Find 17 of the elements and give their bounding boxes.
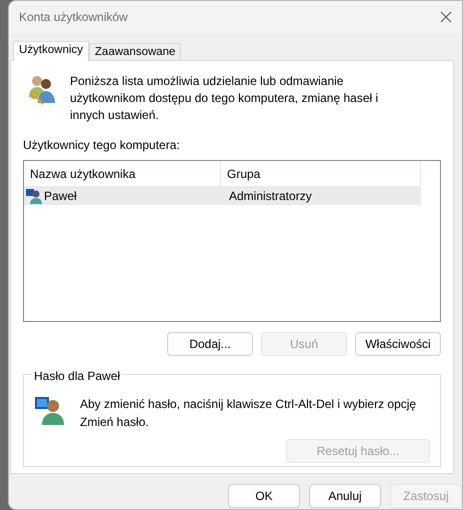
tab[interactable]: Zaawansowane: [88, 43, 182, 60]
users-label: Użytkownicy tego komputera:: [23, 137, 180, 154]
tab[interactable]: Użytkownicy: [13, 41, 89, 61]
users-key-icon: [26, 73, 58, 105]
user-monitor-icon: [26, 188, 42, 204]
user-group: Administratorzy: [223, 186, 312, 204]
add-button[interactable]: Dodaj...: [167, 332, 253, 356]
user-row[interactable]: Paweł Administratorzy: [24, 186, 421, 205]
password-instructions: Aby zmienić hasło, naciśnij klawisze Ctrl-Alt-Del i wybierz opcję Zmień hasło.: [80, 396, 418, 431]
window-title: Konta użytkowników: [19, 9, 128, 26]
user-name: Paweł: [44, 188, 78, 204]
ok-button[interactable]: OK: [228, 484, 300, 508]
properties-button[interactable]: Właściwości: [355, 332, 441, 356]
cancel-button[interactable]: Anuluj: [309, 484, 381, 508]
close-icon[interactable]: [440, 11, 452, 23]
intro-text: Poniższa lista umożliwia udzielanie lub odmawianie użytkownikom dostępu do tego komputera, zmianę haseł i innych ustawień.: [70, 73, 380, 124]
user-monitor-icon: [34, 395, 66, 425]
